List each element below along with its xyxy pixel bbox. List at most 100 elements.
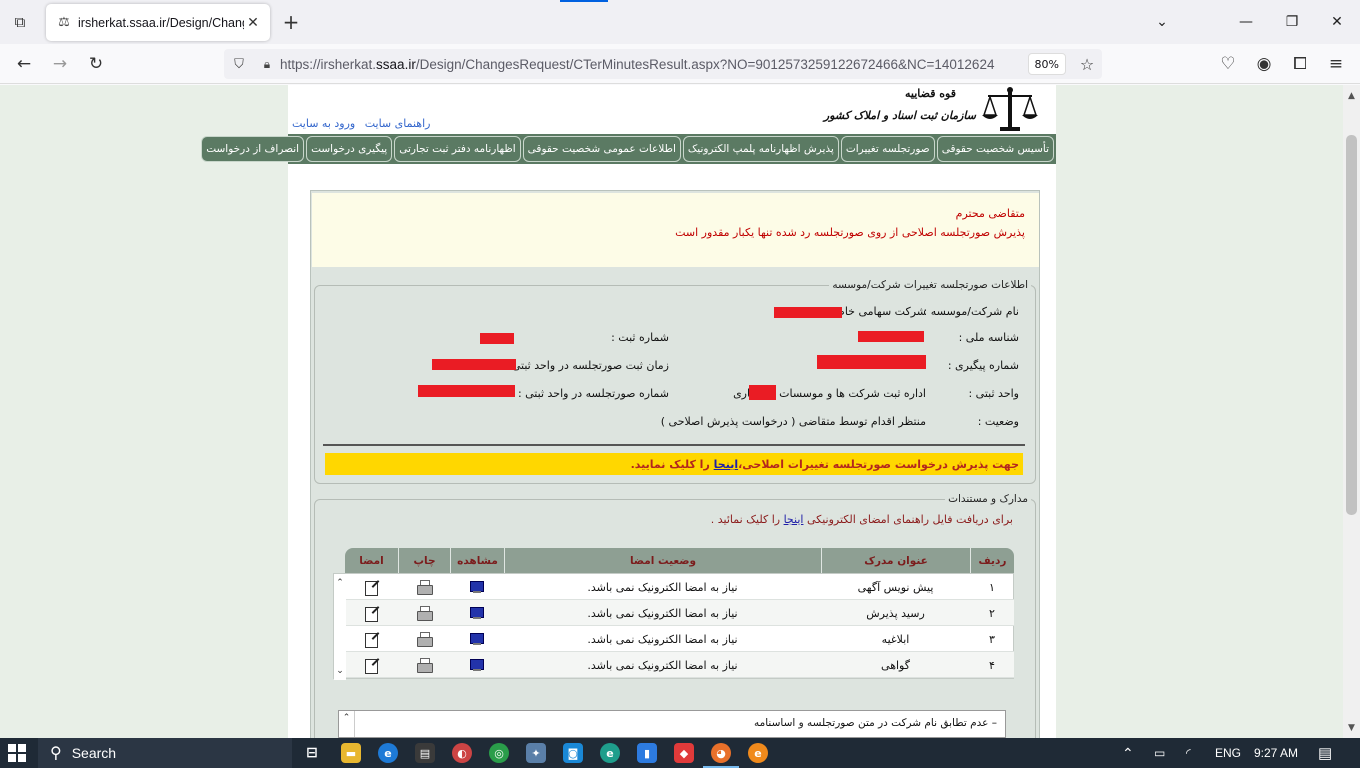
notice-greeting: متقاضی محترم xyxy=(955,207,1025,220)
app-icon-orange[interactable]: e xyxy=(748,743,768,763)
close-window-icon[interactable]: ✕ xyxy=(1325,10,1349,34)
store-icon[interactable]: ▤ xyxy=(415,743,435,763)
account-icon[interactable]: ◉ xyxy=(1252,52,1276,76)
main-menu: تأسیس شخصیت حقوقی صورتجلسه تغییرات پذیرش… xyxy=(201,134,1056,164)
new-tab-icon[interactable]: + xyxy=(280,10,302,34)
table-scroll-down-icon[interactable]: ⌄ xyxy=(334,664,346,678)
print-document-icon[interactable] xyxy=(417,580,433,595)
chrome-icon[interactable]: ◎ xyxy=(489,743,509,763)
view-document-icon[interactable] xyxy=(469,580,485,594)
tab-accent-line xyxy=(560,0,608,2)
redaction-national-id xyxy=(858,331,924,342)
menu-item-seal-declaration[interactable]: پذیرش اظهارنامه پلمپ الکترونیک xyxy=(682,136,839,162)
registration-number-label: شماره ثبت : xyxy=(611,331,669,344)
url-text[interactable]: https://irsherkat.ssaa.ir/Design/Changes… xyxy=(280,57,1022,72)
minimize-icon[interactable]: — xyxy=(1234,10,1258,34)
redaction-registry-unit xyxy=(749,385,776,400)
edge-icon[interactable]: e xyxy=(600,743,620,763)
search-icon: ⚲ xyxy=(50,745,62,762)
menu-hamburger-icon[interactable]: ≡ xyxy=(1324,52,1348,76)
sign-status: نیاز به امضا الکترونیک نمی باشد. xyxy=(587,580,738,594)
page-scroll-thumb[interactable] xyxy=(1346,135,1357,515)
national-id-label: شناسه ملی : xyxy=(958,331,1019,344)
menu-item-cancel-request[interactable]: انصراف از درخواست xyxy=(201,136,305,162)
signature-guide-link[interactable]: اینجا xyxy=(784,513,804,526)
view-document-icon[interactable] xyxy=(469,606,485,620)
sign-document-icon[interactable] xyxy=(364,658,380,674)
reload-icon[interactable]: ↻ xyxy=(84,52,108,76)
back-arrow-icon[interactable]: ← xyxy=(12,52,36,76)
task-view-icon[interactable]: ⊟ xyxy=(302,743,322,763)
tracking-shield-icon[interactable]: ⛉ xyxy=(224,57,254,72)
list-all-tabs-icon[interactable]: ⧉ xyxy=(8,10,32,34)
menu-item-public-info[interactable]: اطلاعات عمومی شخصیت حقوقی xyxy=(522,136,681,162)
page-scrollbar[interactable]: ▲ ▼ xyxy=(1343,85,1360,738)
doc-title: رسید پذیرش xyxy=(866,606,925,620)
menu-item-ledger-declaration[interactable]: اظهارنامه دفتر ثبت تجارتی xyxy=(394,136,521,162)
web-viewport: قوه قضاییه سازمان ثبت اسناد و املاک کشور… xyxy=(0,85,1360,738)
sign-document-icon[interactable] xyxy=(364,580,380,596)
windows-start-icon[interactable] xyxy=(8,744,26,762)
firefox-icon[interactable]: ◕ xyxy=(703,743,739,768)
status-label: وضعیت : xyxy=(977,415,1019,428)
file-explorer-icon[interactable]: ▬ xyxy=(341,743,361,763)
bookmark-star-icon[interactable]: ☆ xyxy=(1072,55,1102,74)
table-scrollbar[interactable]: ⌃ ⌄ xyxy=(334,574,346,680)
print-document-icon[interactable] xyxy=(417,658,433,673)
minutes-number-label: شماره صورتجلسه در واحد ثبتی : xyxy=(517,387,669,400)
page-scroll-up-icon[interactable]: ▲ xyxy=(1343,87,1360,104)
clock[interactable]: 9:27 AM xyxy=(1254,738,1298,768)
tab-overflow-chevron-icon[interactable]: ⌄ xyxy=(1150,10,1174,34)
menu-item-track-request[interactable]: پیگیری درخواست xyxy=(306,136,393,162)
menu-item-change-minutes[interactable]: صورتجلسه تغییرات xyxy=(840,136,935,162)
view-document-icon[interactable] xyxy=(469,632,485,646)
page-scroll-down-icon[interactable]: ▼ xyxy=(1343,719,1360,736)
login-link[interactable]: ورود به سایت xyxy=(292,117,355,130)
forward-arrow-icon[interactable]: → xyxy=(48,52,72,76)
language-indicator[interactable]: ENG xyxy=(1215,738,1241,768)
row-number: ۴ xyxy=(989,658,995,672)
taskbar-search[interactable]: ⚲ Search xyxy=(38,738,292,768)
zoom-level[interactable]: 80% xyxy=(1027,53,1066,75)
minutes-time-label: زمان ثبت صورتجلسه در واحد ثبتی : xyxy=(504,359,669,372)
menu-item-establish[interactable]: تأسیس شخصیت حقوقی xyxy=(936,136,1054,162)
sign-document-icon[interactable] xyxy=(364,606,380,622)
active-tab[interactable]: ⚖ irsherkat.ssaa.ir/Design/Changes ✕ xyxy=(46,4,270,41)
app-icon-phone[interactable]: ▮ xyxy=(637,743,657,763)
registry-unit-label: واحد ثبتی : xyxy=(968,387,1019,400)
anydesk-icon[interactable]: ◆ xyxy=(674,743,694,763)
row-number: ۳ xyxy=(989,632,995,646)
org-subtitle: قوه قضاییه xyxy=(905,87,956,100)
redaction-registration-number xyxy=(480,333,514,344)
print-document-icon[interactable] xyxy=(417,606,433,621)
col-sign-status: وضعیت امضا xyxy=(504,548,821,573)
view-document-icon[interactable] xyxy=(469,658,485,672)
sign-document-icon[interactable] xyxy=(364,632,380,648)
col-doc-title: عنوان مدرک xyxy=(821,548,970,573)
app-icon-paint[interactable]: ◐ xyxy=(452,743,472,763)
col-sign: امضا xyxy=(359,554,384,567)
tray-overflow-icon[interactable]: ⌃ xyxy=(1122,738,1134,768)
close-tab-icon[interactable]: ✕ xyxy=(244,14,262,32)
app-icon-camera[interactable]: ◙ xyxy=(563,743,583,763)
pocket-icon[interactable]: ♡ xyxy=(1216,52,1240,76)
print-document-icon[interactable] xyxy=(417,632,433,647)
site-guide-link[interactable]: راهنمای سایت xyxy=(365,117,431,130)
extensions-icon[interactable]: ⧠ xyxy=(1288,52,1312,76)
notice-message: پذیرش صورتجلسه اصلاحی از روی صورتجلسه رد… xyxy=(675,226,1025,239)
restore-icon[interactable]: ❐ xyxy=(1280,10,1304,34)
row-number: ۲ xyxy=(989,606,995,620)
url-bar[interactable]: ⛉ 🔒︎ https://irsherkat.ssaa.ir/Design/Ch… xyxy=(224,49,1102,79)
corrective-accept-link[interactable]: اینجا xyxy=(714,458,738,471)
status-value: منتظر اقدام توسط متقاضی ( درخواست پذیرش … xyxy=(660,415,926,428)
edge-legacy-icon[interactable]: e xyxy=(378,743,398,763)
notifications-icon[interactable]: ▤ xyxy=(1318,738,1332,768)
lock-icon[interactable]: 🔒︎ xyxy=(254,57,280,72)
battery-icon[interactable]: ▭ xyxy=(1154,738,1165,768)
app-icon-misc[interactable]: ✦ xyxy=(526,743,546,763)
table-row: ۲ رسید پذیرش نیاز به امضا الکترونیک نمی … xyxy=(346,600,1014,626)
table-scroll-up-icon[interactable]: ⌃ xyxy=(334,576,346,590)
panel-scroll-up-icon[interactable]: ⌃ xyxy=(339,711,355,737)
wifi-icon[interactable]: ◜ xyxy=(1186,738,1191,768)
browser-nav-bar: ← → ↻ ⛉ 🔒︎ https://irsherkat.ssaa.ir/Des… xyxy=(0,44,1360,84)
